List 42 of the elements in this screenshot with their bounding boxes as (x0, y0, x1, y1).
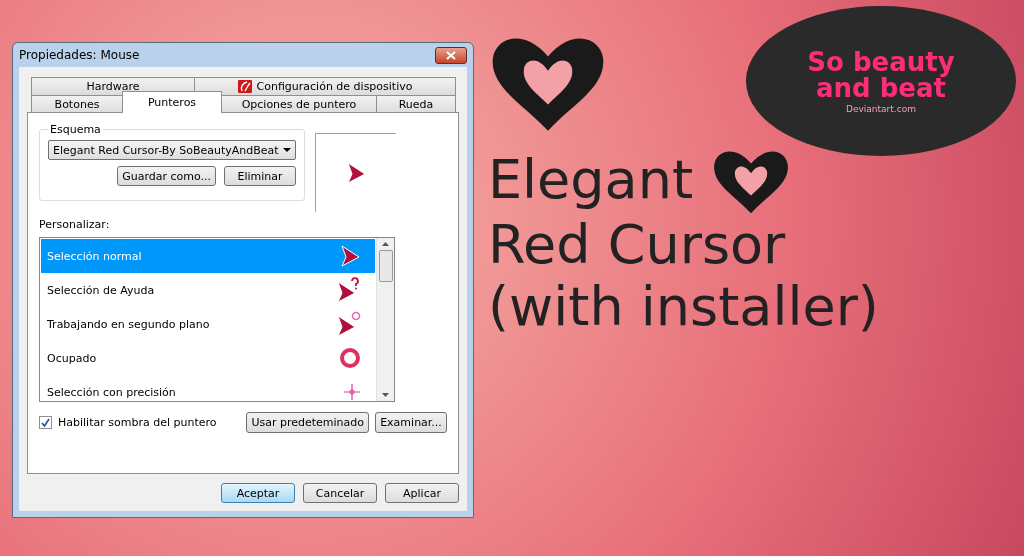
arrow-cursor-icon (339, 244, 361, 268)
busy-arrow-cursor-icon (335, 311, 361, 337)
checkbox[interactable] (39, 416, 52, 429)
tab[interactable]: Configuración de dispositivo (194, 77, 456, 95)
poster-title: (with installer) (488, 276, 879, 339)
tab[interactable]: Hardware (31, 77, 195, 95)
checkbox-label: Habilitar sombra del puntero (58, 416, 217, 429)
help-cursor-icon (335, 277, 361, 303)
caret-icon (283, 148, 291, 152)
cursor-button[interactable]: Usar predeteminado (246, 412, 369, 433)
cursor-list-item[interactable]: Selección de Ayuda (41, 273, 375, 307)
tab[interactable]: Opciones de puntero (221, 95, 377, 113)
up-arrow-icon (382, 242, 389, 246)
cursor-list-item[interactable]: Selección con precisión (41, 375, 375, 409)
ring-cursor-icon (339, 347, 361, 369)
dialog-button[interactable]: Aceptar (221, 483, 295, 503)
cursor-button[interactable]: Examinar... (375, 412, 447, 433)
cursor-list-item[interactable]: Ocupado (41, 341, 375, 375)
dialog-button[interactable]: Cancelar (303, 483, 377, 503)
poster-title: Red Cursor (488, 214, 786, 277)
scheme-dropdown[interactable]: Elegant Red Cursor-By SoBeautyAndBeat (48, 140, 296, 160)
arrow-cursor-icon (345, 161, 367, 185)
crosshair-cursor-icon (343, 383, 361, 401)
scrollbar-thumb[interactable] (378, 250, 393, 282)
scheme-button[interactable]: Eliminar (224, 166, 296, 186)
group-label: Esquema (49, 123, 102, 136)
site-text: Deviantart.com (846, 103, 916, 114)
scrollbar[interactable] (376, 238, 394, 401)
close-icon (446, 50, 456, 60)
tab[interactable]: Punteros (122, 91, 222, 113)
window-title: Propiedades: Mouse (19, 48, 140, 62)
section-label: Personalizar: (39, 218, 111, 231)
logo-text: So beauty (807, 48, 955, 75)
poster-title: Elegant (488, 148, 694, 212)
tab[interactable]: Botones (31, 95, 123, 113)
down-arrow-icon (382, 393, 389, 397)
cursor-list-item[interactable]: Trabajando en segundo plano (41, 307, 375, 341)
device-icon (237, 80, 252, 93)
close-button[interactable] (435, 46, 467, 64)
tab[interactable]: Rueda (376, 95, 456, 113)
scheme-button[interactable]: Guardar como... (117, 166, 216, 186)
dialog-button[interactable]: Aplicar (385, 483, 459, 503)
